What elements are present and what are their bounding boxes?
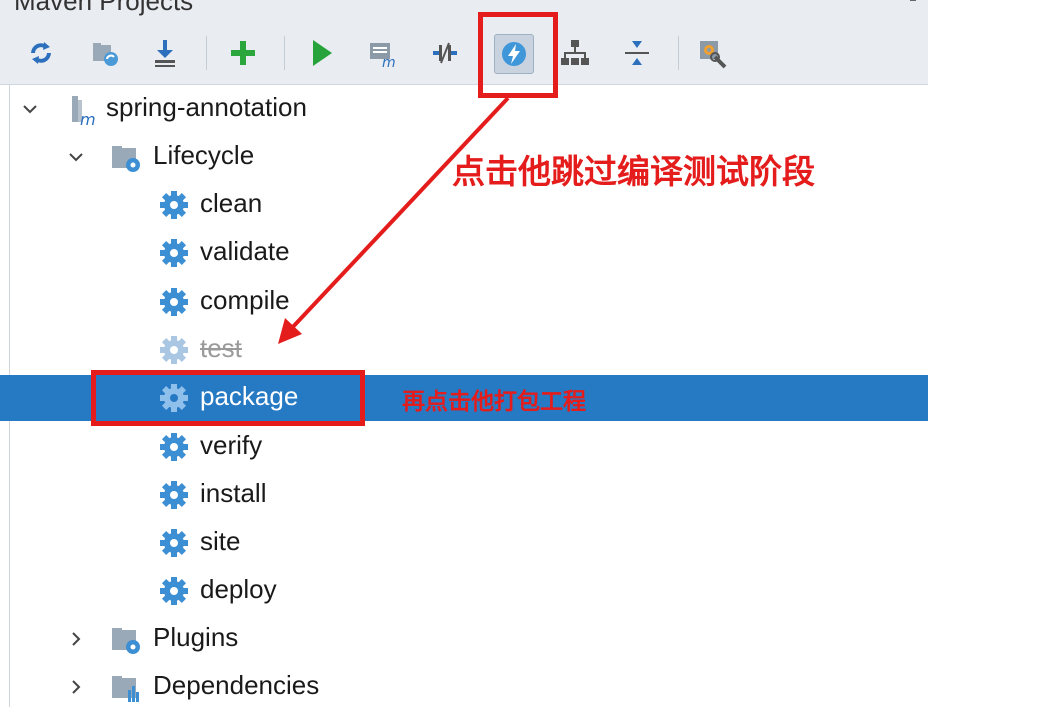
gear-icon [160,433,188,461]
lifecycle-label: Lifecycle [153,140,255,170]
gear-icon [160,336,188,364]
tree-row-phase[interactable]: site [0,520,928,566]
phase-label: install [200,478,267,508]
svg-text:m: m [80,110,96,126]
tree-row-phase[interactable]: test [0,327,928,373]
package-highlight-box [91,370,365,426]
gear-icon [160,239,188,267]
phase-label: test [200,333,242,363]
phase-label: deploy [200,574,277,604]
project-label: spring-annotation [106,92,307,122]
phase-label: verify [200,430,263,460]
tree-row-plugins[interactable]: Plugins [0,616,928,662]
maven-project-icon: m [72,96,96,126]
svg-text:m: m [382,55,396,69]
toolbar-separator [206,36,207,70]
toolbar-separator [284,36,285,70]
hide-panel-icon[interactable] [910,0,916,1]
add-icon[interactable] [224,34,262,72]
tree-row-phase[interactable]: install [0,472,928,518]
toolbar: m [0,22,928,85]
toolbar-separator [678,36,679,70]
annotation-package: 再点击他打包工程 [402,389,586,415]
chevron-down-icon[interactable] [22,101,38,117]
tree-row-phase[interactable]: compile [0,279,928,325]
plugins-label: Plugins [153,622,239,652]
panel-title-bar: Maven Projects [0,0,928,23]
settings-icon[interactable] [694,34,732,72]
phase-label: site [200,526,241,556]
chevron-down-icon[interactable] [68,149,84,165]
download-icon[interactable] [146,34,184,72]
annotation-skip-tests: 点击他跳过编译测试阶段 [452,152,815,191]
tree-row-project[interactable]: m spring-annotation [0,86,928,132]
dependencies-label: Dependencies [153,670,320,700]
chevron-right-icon[interactable] [68,631,84,647]
gear-icon [160,577,188,605]
phase-label: compile [200,285,290,315]
plugins-folder-icon [112,628,140,654]
toggle-offline-icon[interactable] [426,34,464,72]
reimport-icon[interactable] [22,34,60,72]
execute-goal-icon[interactable]: m [364,34,402,72]
collapse-all-icon[interactable] [618,34,656,72]
gear-icon [160,288,188,316]
tree-row-dependencies[interactable]: Dependencies [0,664,928,710]
tree-row-phase[interactable]: validate [0,230,928,276]
chevron-right-icon[interactable] [68,679,84,695]
gear-icon [160,529,188,557]
tree-row-phase[interactable]: verify [0,424,928,470]
show-dependencies-icon[interactable] [556,34,594,72]
maven-projects-panel: Maven Projects m m spring-annotation Lif… [0,0,928,707]
gear-icon [160,481,188,509]
lifecycle-folder-icon [112,146,140,172]
phase-label: clean [200,188,263,218]
phase-label: validate [200,236,290,266]
tree-row-phase[interactable]: deploy [0,568,928,614]
skip-tests-highlight-box [478,12,558,98]
generate-sources-icon[interactable] [86,34,124,72]
panel-title: Maven Projects [14,0,194,16]
run-icon[interactable] [302,34,340,72]
dependencies-folder-icon [112,676,139,702]
gear-icon [160,191,188,219]
